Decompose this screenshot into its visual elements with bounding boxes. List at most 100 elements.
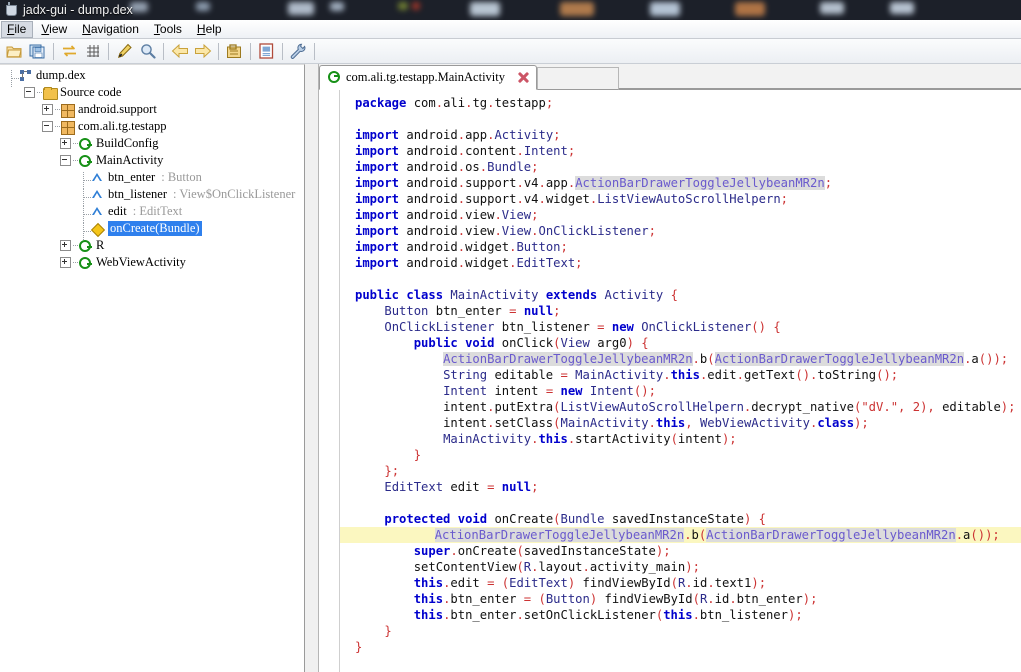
- tree-collapse-icon[interactable]: [42, 121, 53, 132]
- tree-item[interactable]: com.ali.tg.testapp: [2, 118, 304, 135]
- tree-item-type: : View$OnClickListener: [173, 187, 296, 201]
- tree-expand-icon[interactable]: [60, 138, 71, 149]
- code-view[interactable]: package com.ali.tg.testapp; import andro…: [319, 90, 1021, 655]
- flat-packages-icon[interactable]: [82, 41, 103, 62]
- tree-item-label: WebViewActivity: [96, 255, 186, 269]
- source-tree: dump.dex Source code android.support com.al…: [0, 65, 304, 271]
- tree-item[interactable]: R: [2, 237, 304, 254]
- tree-item[interactable]: btn_listener : View$OnClickListener: [2, 186, 304, 206]
- tree-item[interactable]: dump.dex: [2, 67, 304, 87]
- menu-tools[interactable]: Tools: [148, 21, 189, 38]
- tree-item-label: onCreate(Bundle): [110, 221, 200, 235]
- code-line: }: [413, 448, 422, 462]
- tree-item-text: R: [96, 238, 104, 253]
- tree-item[interactable]: btn_enter: Button: [2, 169, 304, 189]
- tree-expand-icon[interactable]: [42, 104, 53, 115]
- tree-connector: [73, 244, 78, 247]
- code-line: super.onCreate(savedInstanceState);: [413, 544, 671, 558]
- tree-item[interactable]: android.support: [2, 101, 304, 118]
- tree-item-label: BuildConfig: [96, 136, 159, 150]
- tree-item-label: dump.dex: [36, 68, 86, 82]
- tree-item[interactable]: WebViewActivity: [2, 254, 304, 271]
- menu-help[interactable]: Help: [191, 21, 229, 38]
- tab-mainactivity[interactable]: com.ali.tg.testapp.MainActivity: [319, 65, 537, 90]
- code-line: import android.support.v4.app.ActionBarD…: [355, 176, 833, 190]
- sync-icon[interactable]: [59, 41, 80, 62]
- open-file-icon[interactable]: [4, 41, 25, 62]
- search-class-icon[interactable]: [137, 41, 158, 62]
- log-icon[interactable]: [256, 41, 277, 62]
- tree-item[interactable]: MainActivity: [2, 152, 304, 169]
- code-line: this.btn_enter.setOnClickListener(this.b…: [413, 608, 803, 622]
- toolbar-separator: [163, 42, 164, 60]
- tree-item-label: btn_listener: [108, 187, 168, 201]
- jadx-cup-icon: [4, 2, 18, 17]
- tree-item-text: btn_enter: Button: [108, 170, 202, 185]
- tree-leaf-spacer: [78, 223, 91, 240]
- code-line: MainActivity.this.startActivity(intent);: [443, 432, 737, 446]
- code-line: OnClickListener btn_listener = new OnCli…: [384, 320, 781, 334]
- code-line: import android.widget.Button;: [355, 240, 568, 254]
- preferences-icon[interactable]: [288, 41, 309, 62]
- menu-view[interactable]: View: [35, 21, 74, 38]
- back-arrow-icon[interactable]: [169, 41, 190, 62]
- code-line: public class MainActivity extends Activi…: [355, 288, 678, 302]
- search-text-icon[interactable]: [114, 41, 135, 62]
- source-tree-panel[interactable]: dump.dex Source code android.support com.al…: [0, 64, 305, 672]
- folder-icon: [43, 86, 58, 100]
- tree-item-selected[interactable]: onCreate(Bundle): [2, 220, 304, 240]
- code-line: ActionBarDrawerToggleJellybeanMR2n.b(Act…: [443, 352, 1009, 366]
- menu-file[interactable]: File: [1, 20, 34, 38]
- code-line-highlighted: ActionBarDrawerToggleJellybeanMR2n.b(Act…: [340, 527, 1021, 543]
- panel-splitter[interactable]: [305, 64, 319, 672]
- code-line: }: [384, 624, 392, 638]
- tree-item-text: onCreate(Bundle): [108, 221, 202, 236]
- code-line: String editable = MainActivity.this.edit…: [443, 368, 899, 382]
- code-line: import android.support.v4.widget.ListVie…: [355, 192, 788, 206]
- menu-navigation[interactable]: Navigation: [76, 21, 146, 38]
- tree-item[interactable]: edit: EditText: [2, 203, 304, 223]
- tab-strip-filler: [619, 64, 1021, 89]
- tree-item-label: btn_enter: [108, 170, 156, 184]
- class-icon: [79, 256, 93, 270]
- tree-collapse-icon[interactable]: [24, 87, 35, 98]
- window-title-bar: jadx-gui - dump.dex: [0, 0, 1021, 20]
- tree-item-text: Source code: [60, 85, 121, 100]
- tree-leaf-spacer: [78, 172, 91, 189]
- tree-leaf-spacer: [6, 70, 19, 87]
- editor-panel: com.ali.tg.testapp.MainActivity package …: [319, 64, 1021, 672]
- tree-item[interactable]: Source code: [2, 84, 304, 101]
- tree-item-label: android.support: [78, 102, 157, 116]
- package-icon: [61, 120, 75, 135]
- package-icon: [61, 103, 75, 118]
- code-line: import android.app.Activity;: [355, 128, 561, 142]
- code-scroll-area[interactable]: package com.ali.tg.testapp; import andro…: [319, 90, 1021, 672]
- tree-item-label: MainActivity: [96, 153, 164, 167]
- tree-leaf-spacer: [78, 206, 91, 223]
- tree-item[interactable]: BuildConfig: [2, 135, 304, 152]
- code-line: protected void onCreate(Bundle savedInst…: [384, 512, 766, 526]
- tab-label: com.ali.tg.testapp.MainActivity: [346, 70, 505, 84]
- tree-leaf-spacer: [78, 189, 91, 206]
- code-line: import android.view.View;: [355, 208, 539, 222]
- toolbar-separator: [314, 42, 315, 60]
- tree-collapse-icon[interactable]: [60, 155, 71, 166]
- code-line: };: [384, 464, 400, 478]
- code-line: Button btn_enter = null;: [384, 304, 561, 318]
- tree-expand-icon[interactable]: [60, 240, 71, 251]
- toolbar-separator: [250, 42, 251, 60]
- save-all-icon[interactable]: [27, 41, 48, 62]
- toolbar-separator: [218, 42, 219, 60]
- tree-connector: [73, 261, 78, 264]
- tree-item-text: WebViewActivity: [96, 255, 186, 270]
- class-icon: [79, 239, 93, 253]
- tree-item-type: : EditText: [132, 204, 183, 218]
- deobfuscation-icon[interactable]: [224, 41, 245, 62]
- forward-arrow-icon[interactable]: [192, 41, 213, 62]
- tree-expand-icon[interactable]: [60, 257, 71, 268]
- code-line: }: [355, 640, 363, 654]
- tree-item-text: android.support: [78, 102, 157, 117]
- close-icon[interactable]: [517, 71, 530, 84]
- tree-item-text: edit: EditText: [108, 204, 182, 219]
